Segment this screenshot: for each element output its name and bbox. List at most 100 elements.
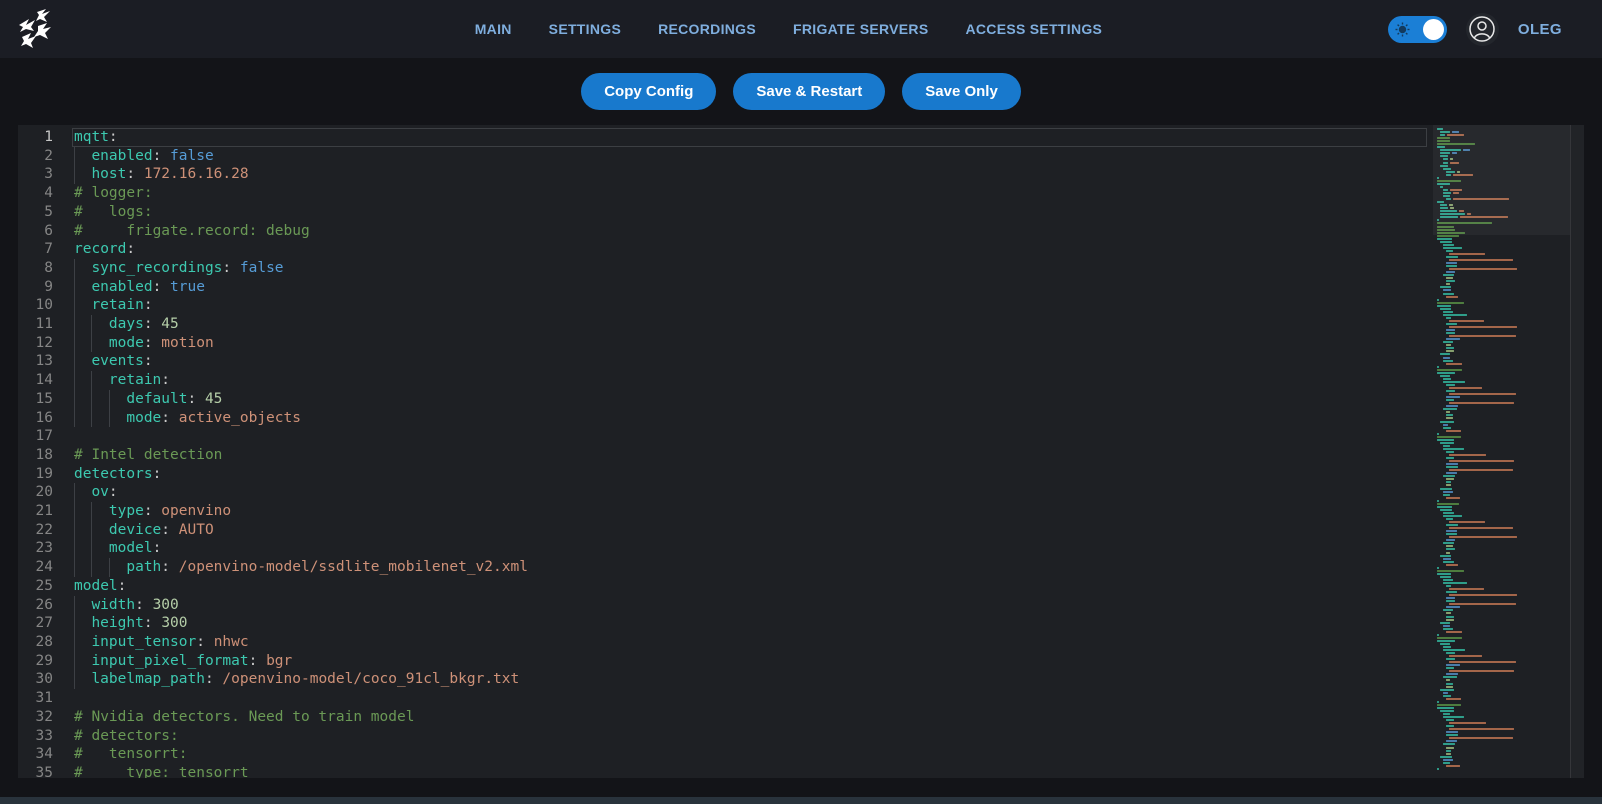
code-line[interactable]: 8sync_recordings: false [18, 259, 1433, 278]
code-line[interactable]: 34# tensorrt: [18, 745, 1433, 764]
save-only-button[interactable]: Save Only [902, 73, 1021, 110]
nav-item-recordings[interactable]: RECORDINGS [658, 21, 756, 37]
code-line[interactable]: 25model: [18, 577, 1433, 596]
code-line[interactable]: 20ov: [18, 483, 1433, 502]
line-number[interactable]: 1 [18, 128, 74, 147]
code-line[interactable]: 2enabled: false [18, 147, 1433, 166]
line-number[interactable]: 17 [18, 427, 74, 446]
line-number[interactable]: 20 [18, 483, 74, 502]
code-line[interactable]: 32# Nvidia detectors. Need to train mode… [18, 708, 1433, 727]
code-line[interactable]: 6# frigate.record: debug [18, 222, 1433, 241]
code-line[interactable]: 12mode: motion [18, 334, 1433, 353]
code-line[interactable]: 18# Intel detection [18, 446, 1433, 465]
code-line[interactable]: 23model: [18, 539, 1433, 558]
code-line[interactable]: 21type: openvino [18, 502, 1433, 521]
frigate-logo-icon[interactable] [10, 3, 62, 55]
code-pane[interactable]: 1mqtt:2enabled: false3host: 172.16.16.28… [18, 125, 1433, 778]
code-line[interactable]: 35# type: tensorrt [18, 764, 1433, 778]
code-line[interactable]: 31 [18, 689, 1433, 708]
line-number[interactable]: 2 [18, 147, 74, 166]
editor-minimap[interactable] [1433, 125, 1570, 778]
code-line[interactable]: 3host: 172.16.16.28 [18, 165, 1433, 184]
line-number[interactable]: 9 [18, 278, 74, 297]
indent-guide [91, 539, 108, 558]
code-line[interactable]: 14retain: [18, 371, 1433, 390]
minimap-line [1443, 475, 1568, 477]
line-number[interactable]: 4 [18, 184, 74, 203]
minimap-line [1443, 378, 1568, 380]
minimap-line [1443, 743, 1568, 745]
code-line[interactable]: 4# logger: [18, 184, 1433, 203]
line-number[interactable]: 8 [18, 259, 74, 278]
save-restart-button[interactable]: Save & Restart [733, 73, 885, 110]
code-line[interactable]: 1mqtt: [18, 128, 1433, 147]
minimap-line [1443, 448, 1568, 450]
code-line[interactable]: 24path: /openvino-model/ssdlite_mobilene… [18, 558, 1433, 577]
line-number[interactable]: 35 [18, 764, 74, 778]
copy-config-button[interactable]: Copy Config [581, 73, 716, 110]
line-number[interactable]: 34 [18, 745, 74, 764]
nav-item-settings[interactable]: SETTINGS [549, 21, 621, 37]
line-number[interactable]: 10 [18, 296, 74, 315]
editor-vertical-scrollbar[interactable] [1570, 125, 1584, 778]
code-line[interactable]: 9enabled: true [18, 278, 1433, 297]
code-line[interactable]: 13events: [18, 352, 1433, 371]
code-line[interactable]: 17 [18, 427, 1433, 446]
code-line[interactable]: 33# detectors: [18, 727, 1433, 746]
line-number[interactable]: 30 [18, 670, 74, 689]
code-line[interactable]: 29input_pixel_format: bgr [18, 652, 1433, 671]
line-number[interactable]: 24 [18, 558, 74, 577]
line-number[interactable]: 21 [18, 502, 74, 521]
code-line[interactable]: 28input_tensor: nhwc [18, 633, 1433, 652]
line-number[interactable]: 22 [18, 521, 74, 540]
code-line[interactable]: 19detectors: [18, 465, 1433, 484]
line-number[interactable]: 6 [18, 222, 74, 241]
code-line[interactable]: 30labelmap_path: /openvino-model/coco_91… [18, 670, 1433, 689]
line-number[interactable]: 18 [18, 446, 74, 465]
minimap-line [1446, 417, 1568, 419]
line-number[interactable]: 5 [18, 203, 74, 222]
code-line[interactable]: 16mode: active_objects [18, 409, 1433, 428]
line-number[interactable]: 13 [18, 352, 74, 371]
config-code-editor[interactable]: 1mqtt:2enabled: false3host: 172.16.16.28… [18, 125, 1584, 778]
minimap-line [1443, 649, 1568, 651]
code-line[interactable]: 7record: [18, 240, 1433, 259]
line-number[interactable]: 11 [18, 315, 74, 334]
minimap-line [1437, 372, 1568, 374]
line-number[interactable]: 31 [18, 689, 74, 708]
nav-item-frigate-servers[interactable]: FRIGATE SERVERS [793, 21, 928, 37]
user-avatar[interactable] [1466, 13, 1499, 46]
code-line[interactable]: 15default: 45 [18, 390, 1433, 409]
line-number[interactable]: 26 [18, 596, 74, 615]
line-number[interactable]: 25 [18, 577, 74, 596]
nav-item-access-settings[interactable]: ACCESS SETTINGS [965, 21, 1102, 37]
minimap-line [1446, 548, 1568, 550]
code-line[interactable]: 11days: 45 [18, 315, 1433, 334]
theme-toggle[interactable] [1388, 16, 1447, 43]
line-number[interactable]: 16 [18, 409, 74, 428]
line-number[interactable]: 27 [18, 614, 74, 633]
code-line[interactable]: 27height: 300 [18, 614, 1433, 633]
code-line[interactable]: 5# logs: [18, 203, 1433, 222]
line-number[interactable]: 12 [18, 334, 74, 353]
line-number[interactable]: 28 [18, 633, 74, 652]
line-number[interactable]: 19 [18, 465, 74, 484]
line-number[interactable]: 33 [18, 727, 74, 746]
line-number[interactable]: 15 [18, 390, 74, 409]
line-number[interactable]: 14 [18, 371, 74, 390]
line-number[interactable]: 29 [18, 652, 74, 671]
line-number[interactable]: 7 [18, 240, 74, 259]
code-line[interactable]: 22device: AUTO [18, 521, 1433, 540]
minimap-line [1446, 174, 1568, 176]
minimap-line [1449, 521, 1568, 523]
minimap-line [1449, 670, 1568, 672]
code-line[interactable]: 26width: 300 [18, 596, 1433, 615]
indent-guide [91, 521, 108, 540]
page-horizontal-scrollbar[interactable] [0, 797, 1602, 804]
line-number[interactable]: 3 [18, 165, 74, 184]
code-line[interactable]: 10retain: [18, 296, 1433, 315]
line-number[interactable]: 23 [18, 539, 74, 558]
line-number[interactable]: 32 [18, 708, 74, 727]
nav-item-main[interactable]: MAIN [475, 21, 512, 37]
user-name[interactable]: OLEG [1518, 21, 1562, 38]
